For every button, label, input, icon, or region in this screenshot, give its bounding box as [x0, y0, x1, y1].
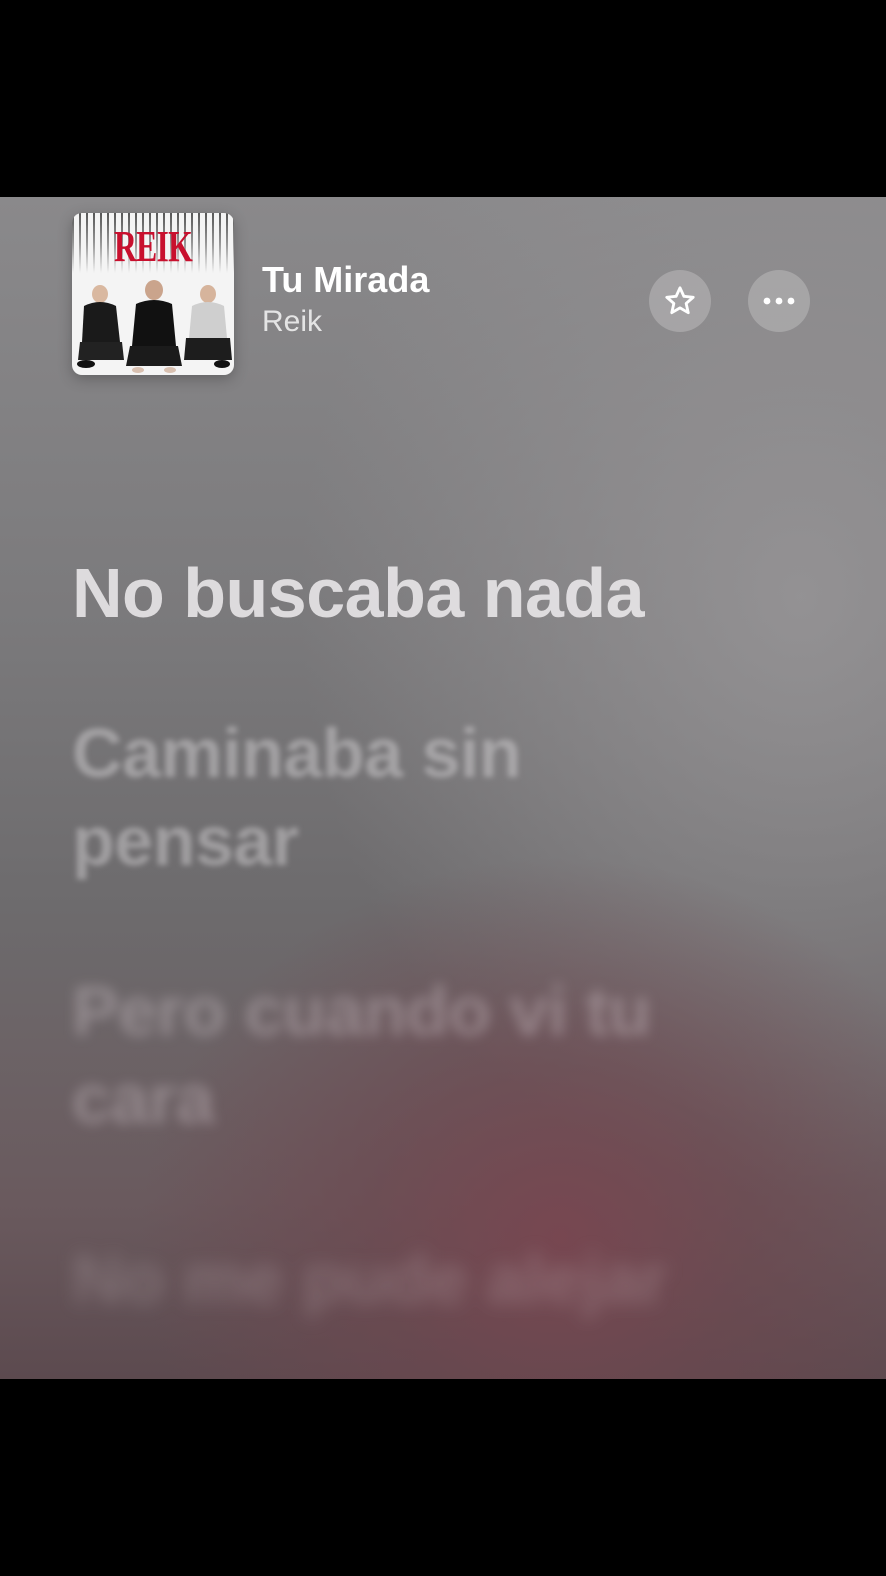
lyric-line[interactable]: No me pude alejar	[72, 1235, 772, 1323]
ellipsis-icon	[763, 297, 795, 305]
album-artwork[interactable]: REIK	[72, 213, 234, 375]
screen: REIK Tu Mirada Reik No buscaba nada Cami…	[0, 0, 886, 1576]
lyric-line[interactable]: Pero cuando vi tu cara	[72, 967, 712, 1143]
artwork-band-photo	[77, 280, 232, 373]
lyric-line-active[interactable]: No buscaba nada	[72, 549, 772, 637]
lyric-line[interactable]: Caminaba sin pensar	[72, 709, 592, 885]
more-options-button[interactable]	[748, 270, 810, 332]
star-outline-icon	[665, 286, 695, 315]
track-title: Tu Mirada	[262, 259, 430, 300]
now-playing-lyrics-view: REIK Tu Mirada Reik No buscaba nada Cami…	[0, 197, 886, 1379]
track-artist[interactable]: Reik	[262, 305, 322, 339]
favorite-button[interactable]	[649, 270, 711, 332]
artwork-brand-text: REIK	[113, 222, 193, 271]
